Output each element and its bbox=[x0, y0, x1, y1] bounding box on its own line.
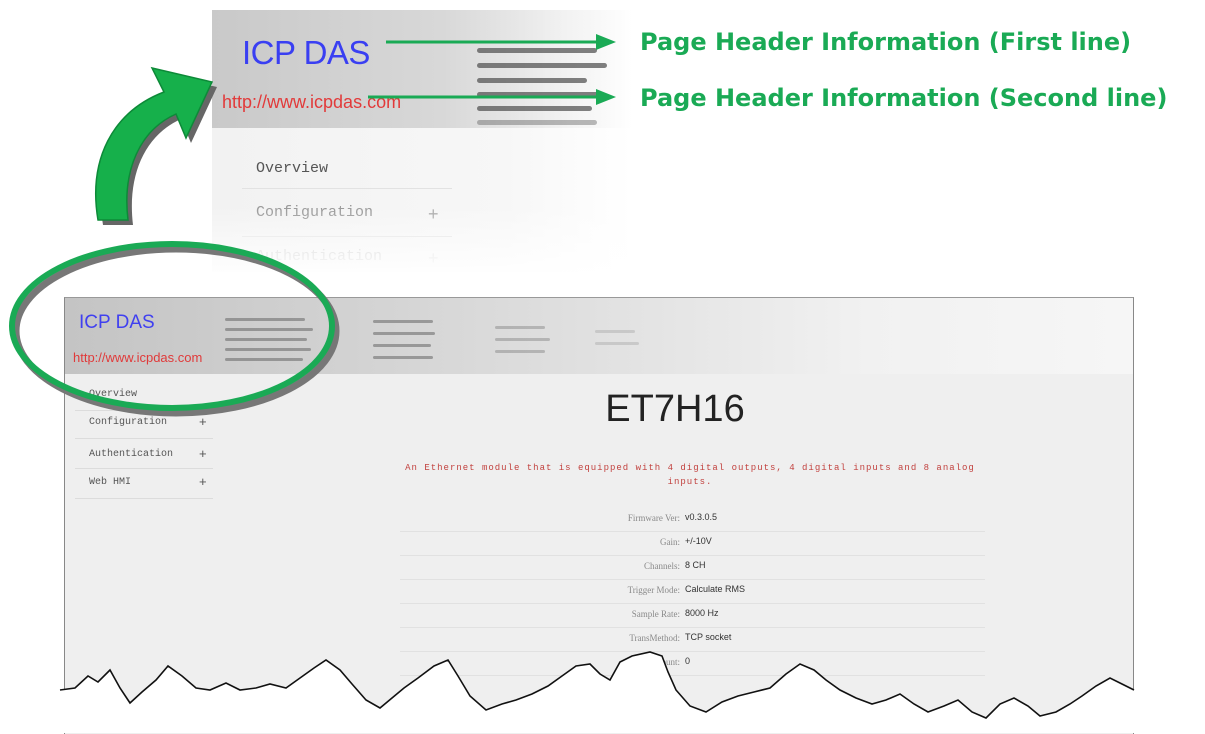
overlay-layer bbox=[0, 241, 1205, 733]
highlight-ellipse bbox=[9, 241, 340, 417]
torn-paper-edge bbox=[0, 651, 1205, 733]
